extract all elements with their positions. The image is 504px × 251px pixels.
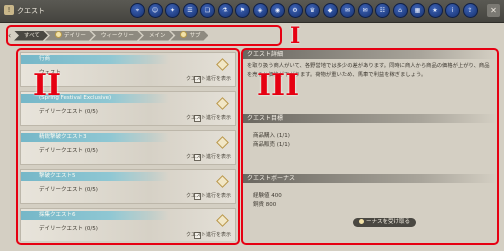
skill-icon[interactable]: ✦	[165, 3, 180, 18]
bag-icon[interactable]: ◈	[252, 3, 268, 18]
home-icon[interactable]: ⌂	[392, 3, 408, 18]
marker-two: II	[33, 68, 62, 103]
quest-icon: !	[4, 5, 14, 15]
cube-icon[interactable]: ◆	[322, 3, 338, 18]
marker-three: III	[257, 68, 300, 103]
menu-icon[interactable]: ☰	[182, 3, 198, 18]
map-icon[interactable]: ⌖	[130, 3, 145, 18]
marker-box-one	[6, 25, 282, 46]
close-button[interactable]: ✕	[487, 4, 500, 17]
person-icon[interactable]: ☺	[147, 3, 163, 18]
trophy-icon[interactable]: ♛	[305, 3, 320, 18]
calendar-icon[interactable]: ▦	[410, 3, 425, 18]
list-icon[interactable]: ☷	[375, 3, 390, 18]
quest-window: ! クエスト ⌖ ☺ ✦ ☰ ❏ ⚗ ⚑ ◈ ◉ ⚙ ♛ ◆ ✉ ✉ ☷ ⌂ ▦ ★ i ⇪ ✕ ‹ すべて デイリーウ…	[0, 0, 504, 251]
flag-icon[interactable]: ⚑	[235, 3, 250, 18]
window-title: クエスト	[17, 7, 45, 15]
title-bar: ! クエスト ⌖ ☺ ✦ ☰ ❏ ⚗ ⚑ ◈ ◉ ⚙ ♛ ◆ ✉ ✉ ☷ ⌂ ▦ ★ i ⇪ ✕	[0, 0, 504, 23]
info-icon[interactable]: i	[445, 3, 460, 18]
toolbar: ⌖ ☺ ✦ ☰ ❏ ⚗ ⚑ ◈ ◉ ⚙ ♛ ◆ ✉ ✉ ☷ ⌂ ▦ ★ i ⇪	[130, 3, 478, 19]
share-icon[interactable]: ⇪	[462, 3, 478, 18]
marker-one: I	[290, 23, 301, 49]
gear-icon[interactable]: ⚙	[287, 3, 303, 18]
camera-icon[interactable]: ◉	[270, 3, 285, 18]
potion-icon[interactable]: ⚗	[217, 3, 233, 18]
book-icon[interactable]: ❏	[200, 3, 215, 18]
star-icon[interactable]: ★	[427, 3, 443, 18]
chat-icon[interactable]: ✉	[340, 3, 355, 18]
mail-icon[interactable]: ✉	[357, 3, 373, 18]
